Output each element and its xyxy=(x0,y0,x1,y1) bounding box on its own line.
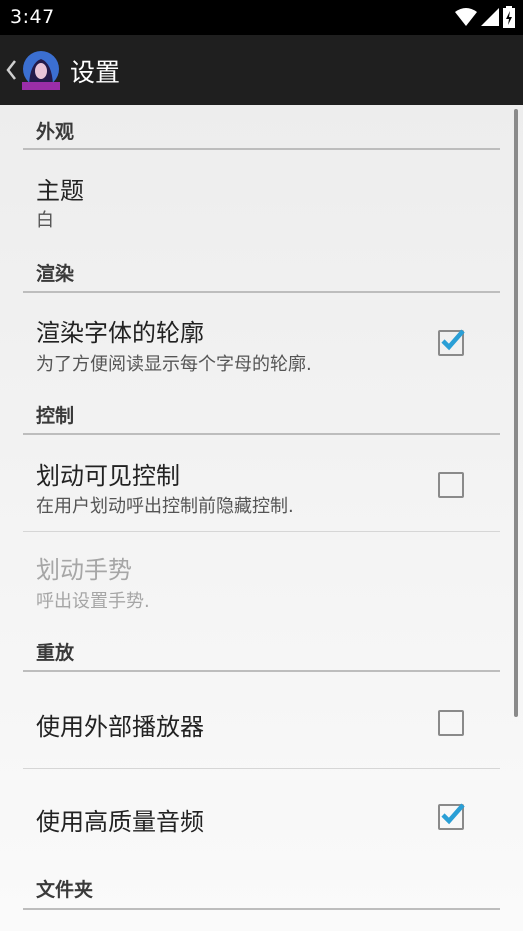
category-folders: 文件夹 xyxy=(36,879,94,901)
battery-charging-icon xyxy=(503,6,515,28)
swipe-controls-checkbox[interactable] xyxy=(438,472,464,498)
checkmark-icon xyxy=(441,803,465,825)
preferences-list[interactable]: 外观 主题 白 渲染 渲染字体的轮廓 为了方便阅读显示每个字母的轮廓. 控制 划… xyxy=(0,105,523,931)
action-bar: 设置 xyxy=(0,35,523,105)
category-rendering: 渲染 xyxy=(36,263,75,285)
page-title: 设置 xyxy=(70,58,121,87)
external-player-checkbox[interactable] xyxy=(438,710,464,736)
back-chevron-icon[interactable] xyxy=(4,57,18,83)
pref-swipe-gesture-summary: 呼出设置手势. xyxy=(36,591,150,612)
pref-theme-title: 主题 xyxy=(36,177,84,205)
font-outline-checkbox[interactable] xyxy=(438,329,465,356)
wifi-icon xyxy=(455,8,477,26)
category-appearance: 外观 xyxy=(36,121,75,143)
category-divider xyxy=(23,908,500,910)
list-divider xyxy=(23,531,500,532)
category-divider xyxy=(23,670,500,672)
category-divider xyxy=(23,433,500,435)
checkmark-icon xyxy=(441,329,465,351)
pref-swipe-controls-summary: 在用户划动呼出控制前隐藏控制. xyxy=(36,496,294,517)
pref-font-outline-title: 渲染字体的轮廓 xyxy=(36,319,204,347)
pref-swipe-controls-title: 划动可见控制 xyxy=(36,462,180,490)
status-time: 3:47 xyxy=(10,6,55,28)
hq-audio-checkbox[interactable] xyxy=(438,803,465,830)
status-icons xyxy=(455,6,515,28)
category-playback: 重放 xyxy=(36,642,75,664)
category-divider xyxy=(23,148,500,150)
app-avatar-icon[interactable] xyxy=(20,49,62,91)
category-controls: 控制 xyxy=(36,405,75,427)
pref-theme-summary: 白 xyxy=(36,210,54,231)
list-divider xyxy=(23,768,500,769)
category-divider xyxy=(23,291,500,293)
status-bar: 3:47 xyxy=(0,0,523,35)
pref-external-player-title: 使用外部播放器 xyxy=(36,713,204,741)
signal-icon xyxy=(481,8,499,26)
pref-font-outline-summary: 为了方便阅读显示每个字母的轮廓. xyxy=(36,354,312,375)
pref-hq-audio-title: 使用高质量音频 xyxy=(36,808,204,836)
pref-swipe-gesture-title: 划动手势 xyxy=(36,556,132,584)
scrollbar[interactable] xyxy=(514,109,518,717)
